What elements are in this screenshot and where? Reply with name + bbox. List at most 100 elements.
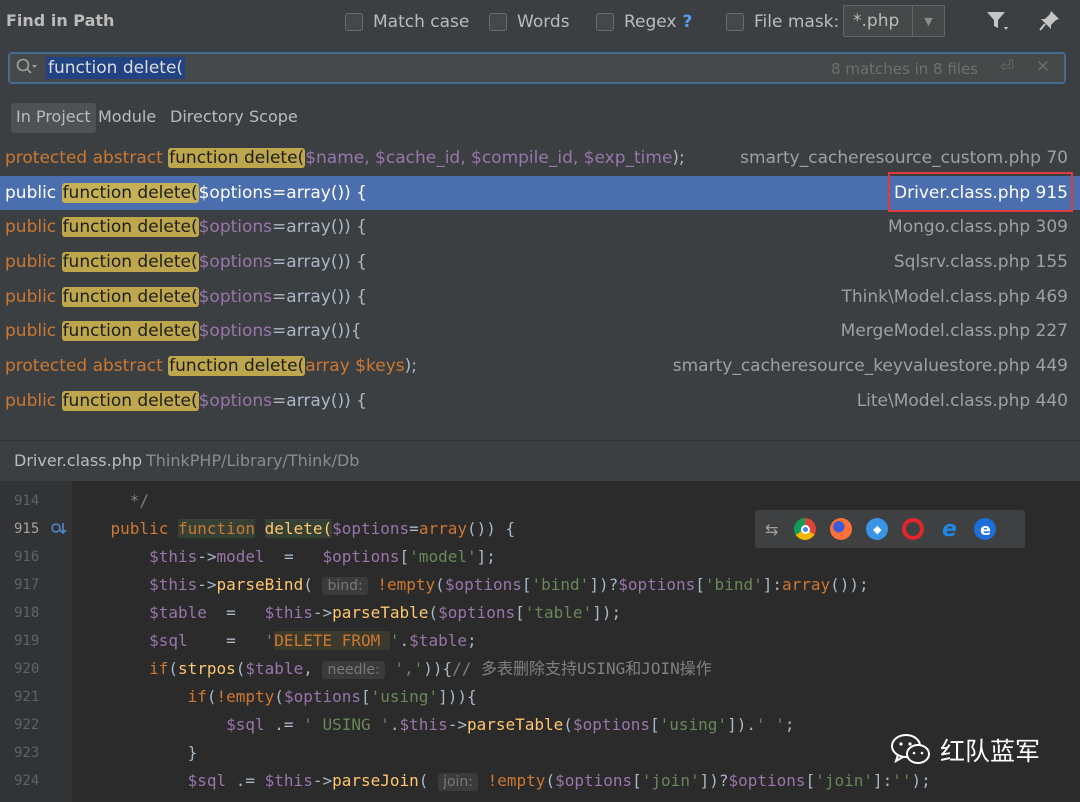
code-line: if(strpos($table, needle: ',')){// 多表删除支… <box>149 659 712 679</box>
line-number: 922 <box>14 717 40 733</box>
checkbox-box[interactable] <box>489 13 507 31</box>
line-number: 923 <box>14 745 40 761</box>
file-mask-combobox[interactable]: *.php ▼ <box>843 5 945 37</box>
search-query[interactable]: function delete( <box>46 57 186 79</box>
result-prefix: public <box>5 390 62 411</box>
tab-in-project[interactable]: In Project <box>11 103 96 133</box>
soft-wrap-icon[interactable]: ⇆ <box>765 520 778 539</box>
line-number: 921 <box>14 689 40 705</box>
result-file: smarty_cacheresource_custom.php 70 <box>740 148 1068 168</box>
preview-file-path: ThinkPHP/Library/Think/Db <box>146 451 360 470</box>
regex-help-link[interactable]: ? <box>683 12 693 32</box>
result-tail: =array()) { <box>272 217 367 238</box>
result-file: Mongo.class.php 309 <box>888 217 1068 238</box>
words-checkbox[interactable]: Words <box>489 12 570 32</box>
find-in-path-header: Find in Path Match case Words Regex ? Fi… <box>0 0 1080 46</box>
result-prefix: protected abstract <box>5 148 169 168</box>
param-hint: join: <box>438 773 478 791</box>
match-highlight: function delete( <box>168 148 306 168</box>
result-params: array $keys <box>305 356 405 377</box>
result-row[interactable]: public function delete($options=array())… <box>0 245 1080 280</box>
result-row[interactable]: protected abstract function delete($name… <box>0 141 1080 176</box>
checkbox-box[interactable] <box>726 13 744 31</box>
code-line: $sql .= $this->parseJoin( join: !empty($… <box>187 771 931 791</box>
ie-icon[interactable]: e <box>938 517 960 542</box>
line-number: 919 <box>14 633 40 649</box>
result-prefix: public <box>5 252 62 273</box>
result-prefix: public <box>5 217 62 238</box>
pin-icon[interactable] <box>1036 10 1062 36</box>
regex-checkbox[interactable]: Regex ? <box>596 12 692 32</box>
tab-module[interactable]: Module <box>93 103 161 133</box>
watermark-text: 红队蓝军 <box>940 737 1041 766</box>
match-count: 8 matches in 8 files <box>831 60 978 78</box>
result-tail: =array()){ <box>272 321 362 342</box>
preview-file-name: Driver.class.php <box>14 451 143 470</box>
result-tail: =array()) { <box>272 182 367 203</box>
result-row[interactable]: public function delete($options=array())… <box>0 280 1080 315</box>
match-highlight: function delete( <box>61 217 199 238</box>
new-line-icon[interactable]: ⏎ <box>1000 57 1014 77</box>
search-icon[interactable] <box>16 58 38 80</box>
param-hint: needle: <box>322 661 385 679</box>
result-params: $options <box>198 390 273 411</box>
edge-icon[interactable]: e <box>974 518 997 540</box>
code-line: public function delete($options=array())… <box>110 519 516 538</box>
opera-icon[interactable] <box>902 518 925 540</box>
result-row[interactable]: protected abstract function delete(array… <box>0 349 1080 384</box>
line-number: 924 <box>14 773 40 789</box>
result-tail: =array()) { <box>272 390 367 411</box>
code-line: $table = $this->parseTable($options['tab… <box>149 603 622 622</box>
chrome-icon[interactable] <box>794 518 817 540</box>
close-icon[interactable]: ✕ <box>1036 57 1050 77</box>
param-hint: bind: <box>322 577 368 595</box>
result-row[interactable]: public function delete($options=array())… <box>0 384 1080 419</box>
firefox-icon[interactable] <box>830 518 853 540</box>
wechat-icon <box>890 732 932 768</box>
checkbox-box[interactable] <box>345 13 363 31</box>
filter-icon[interactable] <box>984 10 1010 36</box>
result-file: Think\Model.class.php 469 <box>841 286 1069 307</box>
match-highlight: function delete( <box>168 356 306 377</box>
result-tail: =array()) { <box>272 252 367 273</box>
implementation-icon[interactable] <box>50 521 68 541</box>
result-file: smarty_cacheresource_keyvaluestore.php 4… <box>672 356 1068 377</box>
match-highlight: function delete( <box>61 252 199 273</box>
regex-label: Regex <box>624 12 677 32</box>
result-row[interactable]: public function delete($options=array())… <box>0 210 1080 245</box>
preview-path-bar: Driver.class.php ThinkPHP/Library/Think/… <box>0 440 1080 480</box>
safari-icon[interactable]: ◆ <box>866 518 889 540</box>
line-gutter: 914 915 916 917 918 919 920 921 922 923 … <box>0 481 72 802</box>
search-field[interactable]: function delete( 8 matches in 8 files ⏎ … <box>8 52 1066 84</box>
code-line: $this->model = $options['model']; <box>149 547 496 566</box>
result-params: $options <box>198 286 273 307</box>
line-number: 915 <box>14 521 40 537</box>
file-mask-value[interactable]: *.php <box>853 11 899 31</box>
highlight-annotation-box <box>888 172 1073 212</box>
result-tail: ); <box>672 148 685 168</box>
result-prefix: public <box>5 321 62 342</box>
watermark: 红队蓝军 <box>890 732 1040 768</box>
line-number: 914 <box>14 493 40 509</box>
tab-directory[interactable]: Directory <box>165 103 249 133</box>
result-params: $options <box>198 321 273 342</box>
line-number: 917 <box>14 577 40 593</box>
result-row[interactable]: public function delete($options=array())… <box>0 314 1080 349</box>
result-params: $options <box>198 217 273 238</box>
code-line: */ <box>72 491 150 510</box>
file-mask-label: File mask: <box>754 12 840 32</box>
result-prefix: public <box>5 182 62 203</box>
checkbox-box[interactable] <box>596 13 614 31</box>
chevron-down-icon[interactable]: ▼ <box>912 6 944 36</box>
result-params: $options <box>198 182 273 203</box>
result-params: $options <box>198 252 273 273</box>
match-highlight: function delete( <box>61 286 199 307</box>
match-case-label: Match case <box>373 12 470 32</box>
code-line: } <box>72 743 198 762</box>
result-tail: ); <box>404 356 417 377</box>
file-mask-checkbox[interactable]: File mask: <box>726 12 839 32</box>
result-tail: =array()) { <box>272 286 367 307</box>
code-line: $sql .= ' USING '.$this->parseTable($opt… <box>226 715 795 734</box>
tab-scope[interactable]: Scope <box>244 103 303 133</box>
match-case-checkbox[interactable]: Match case <box>345 12 469 32</box>
